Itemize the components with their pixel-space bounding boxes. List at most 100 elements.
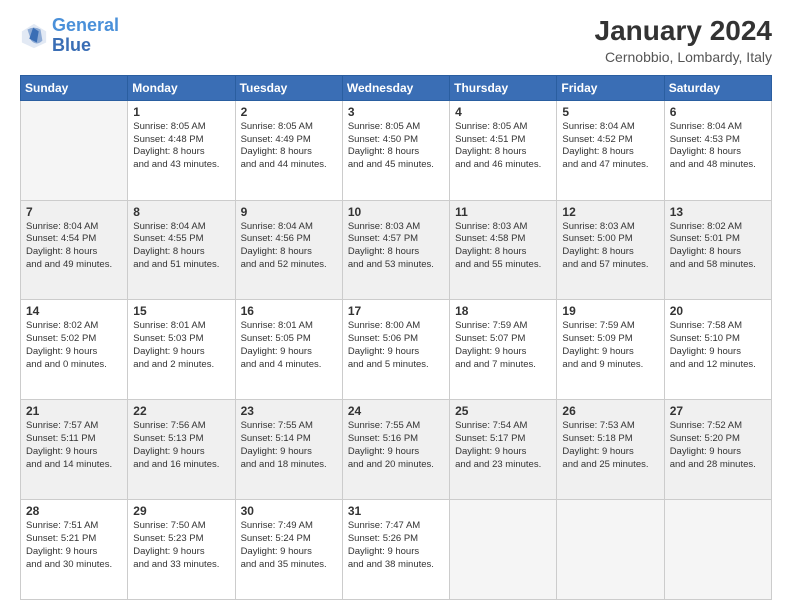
day-info: Sunrise: 7:50 AMSunset: 5:23 PMDaylight:… [133, 520, 229, 571]
weekday-header-tuesday: Tuesday [235, 75, 342, 100]
day-number: 7 [26, 205, 122, 219]
calendar-day-cell: 31 Sunrise: 7:47 AMSunset: 5:26 PMDayligh… [342, 500, 449, 600]
day-number: 24 [348, 404, 444, 418]
day-info: Sunrise: 8:03 AMSunset: 4:57 PMDaylight:… [348, 221, 444, 272]
logo-line2: Blue [52, 35, 91, 55]
day-info: Sunrise: 8:05 AMSunset: 4:50 PMDaylight:… [348, 121, 444, 172]
main-title: January 2024 [595, 16, 772, 47]
weekday-header-monday: Monday [128, 75, 235, 100]
calendar-day-cell: 9 Sunrise: 8:04 AMSunset: 4:56 PMDaylight… [235, 200, 342, 300]
day-number: 27 [670, 404, 766, 418]
calendar-day-cell: 3 Sunrise: 8:05 AMSunset: 4:50 PMDaylight… [342, 100, 449, 200]
day-info: Sunrise: 7:55 AMSunset: 5:14 PMDaylight:… [241, 420, 337, 471]
logo-icon [20, 22, 48, 50]
day-number: 26 [562, 404, 658, 418]
day-info: Sunrise: 7:54 AMSunset: 5:17 PMDaylight:… [455, 420, 551, 471]
day-info: Sunrise: 8:04 AMSunset: 4:55 PMDaylight:… [133, 221, 229, 272]
weekday-header-friday: Friday [557, 75, 664, 100]
calendar-day-cell [450, 500, 557, 600]
calendar-week-row: 1 Sunrise: 8:05 AMSunset: 4:48 PMDaylight… [21, 100, 772, 200]
day-info: Sunrise: 8:00 AMSunset: 5:06 PMDaylight:… [348, 320, 444, 371]
day-info: Sunrise: 8:03 AMSunset: 5:00 PMDaylight:… [562, 221, 658, 272]
calendar-day-cell: 16Sunrise: 8:01 AMSunset: 5:05 PMDayligh… [235, 300, 342, 400]
day-number: 9 [241, 205, 337, 219]
day-info: Sunrise: 7:59 AMSunset: 5:09 PMDaylight:… [562, 320, 658, 371]
day-number: 19 [562, 304, 658, 318]
day-info: Sunrise: 8:03 AMSunset: 4:58 PMDaylight:… [455, 221, 551, 272]
subtitle: Cernobbio, Lombardy, Italy [595, 49, 772, 65]
day-info: Sunrise: 7:52 AMSunset: 5:20 PMDaylight:… [670, 420, 766, 471]
calendar-day-cell: 14Sunrise: 8:02 AMSunset: 5:02 PMDayligh… [21, 300, 128, 400]
day-number: 4 [455, 105, 551, 119]
day-number: 22 [133, 404, 229, 418]
logo-line1: General [52, 15, 119, 35]
weekday-header-wednesday: Wednesday [342, 75, 449, 100]
day-info: Sunrise: 8:04 AMSunset: 4:56 PMDaylight:… [241, 221, 337, 272]
calendar-day-cell: 8 Sunrise: 8:04 AMSunset: 4:55 PMDaylight… [128, 200, 235, 300]
logo-text: General Blue [52, 16, 119, 56]
calendar-day-cell: 5 Sunrise: 8:04 AMSunset: 4:52 PMDaylight… [557, 100, 664, 200]
day-number: 11 [455, 205, 551, 219]
calendar-day-cell: 4 Sunrise: 8:05 AMSunset: 4:51 PMDaylight… [450, 100, 557, 200]
day-number: 12 [562, 205, 658, 219]
weekday-header-sunday: Sunday [21, 75, 128, 100]
day-info: Sunrise: 7:47 AMSunset: 5:26 PMDaylight:… [348, 520, 444, 571]
calendar-day-cell: 24 Sunrise: 7:55 AMSunset: 5:16 PMDayligh… [342, 400, 449, 500]
calendar-week-row: 7Sunrise: 8:04 AMSunset: 4:54 PMDaylight… [21, 200, 772, 300]
calendar-day-cell: 23Sunrise: 7:55 AMSunset: 5:14 PMDayligh… [235, 400, 342, 500]
calendar-day-cell: 6 Sunrise: 8:04 AMSunset: 4:53 PMDaylight… [664, 100, 771, 200]
day-info: Sunrise: 8:05 AMSunset: 4:48 PMDaylight:… [133, 121, 229, 172]
day-info: Sunrise: 7:58 AMSunset: 5:10 PMDaylight:… [670, 320, 766, 371]
calendar-day-cell: 18Sunrise: 7:59 AMSunset: 5:07 PMDayligh… [450, 300, 557, 400]
day-info: Sunrise: 8:02 AMSunset: 5:01 PMDaylight:… [670, 221, 766, 272]
day-number: 5 [562, 105, 658, 119]
day-info: Sunrise: 8:01 AMSunset: 5:03 PMDaylight:… [133, 320, 229, 371]
calendar-day-cell: 7Sunrise: 8:04 AMSunset: 4:54 PMDaylight… [21, 200, 128, 300]
calendar-day-cell [664, 500, 771, 600]
day-number: 6 [670, 105, 766, 119]
logo: General Blue [20, 16, 119, 56]
day-number: 8 [133, 205, 229, 219]
calendar-day-cell: 12 Sunrise: 8:03 AMSunset: 5:00 PMDayligh… [557, 200, 664, 300]
day-info: Sunrise: 7:55 AMSunset: 5:16 PMDaylight:… [348, 420, 444, 471]
day-number: 31 [348, 504, 444, 518]
calendar-table: SundayMondayTuesdayWednesdayThursdayFrid… [20, 75, 772, 600]
calendar-day-cell: 27 Sunrise: 7:52 AMSunset: 5:20 PMDayligh… [664, 400, 771, 500]
calendar-day-cell: 15Sunrise: 8:01 AMSunset: 5:03 PMDayligh… [128, 300, 235, 400]
day-number: 28 [26, 504, 122, 518]
calendar-day-cell: 20 Sunrise: 7:58 AMSunset: 5:10 PMDayligh… [664, 300, 771, 400]
calendar-day-cell: 30 Sunrise: 7:49 AMSunset: 5:24 PMDayligh… [235, 500, 342, 600]
day-info: Sunrise: 8:05 AMSunset: 4:49 PMDaylight:… [241, 121, 337, 172]
day-number: 13 [670, 205, 766, 219]
calendar-day-cell: 1 Sunrise: 8:05 AMSunset: 4:48 PMDaylight… [128, 100, 235, 200]
day-number: 30 [241, 504, 337, 518]
weekday-header-thursday: Thursday [450, 75, 557, 100]
calendar-day-cell: 29 Sunrise: 7:50 AMSunset: 5:23 PMDayligh… [128, 500, 235, 600]
calendar-day-cell: 13 Sunrise: 8:02 AMSunset: 5:01 PMDayligh… [664, 200, 771, 300]
day-number: 3 [348, 105, 444, 119]
header: General Blue January 2024 Cernobbio, Lom… [20, 16, 772, 65]
calendar-week-row: 28 Sunrise: 7:51 AMSunset: 5:21 PMDayligh… [21, 500, 772, 600]
day-info: Sunrise: 7:53 AMSunset: 5:18 PMDaylight:… [562, 420, 658, 471]
calendar-day-cell: 26 Sunrise: 7:53 AMSunset: 5:18 PMDayligh… [557, 400, 664, 500]
day-number: 2 [241, 105, 337, 119]
weekday-header-row: SundayMondayTuesdayWednesdayThursdayFrid… [21, 75, 772, 100]
day-number: 29 [133, 504, 229, 518]
day-number: 25 [455, 404, 551, 418]
calendar-week-row: 14Sunrise: 8:02 AMSunset: 5:02 PMDayligh… [21, 300, 772, 400]
day-info: Sunrise: 8:04 AMSunset: 4:53 PMDaylight:… [670, 121, 766, 172]
day-info: Sunrise: 7:49 AMSunset: 5:24 PMDaylight:… [241, 520, 337, 571]
day-number: 1 [133, 105, 229, 119]
title-block: January 2024 Cernobbio, Lombardy, Italy [595, 16, 772, 65]
day-number: 20 [670, 304, 766, 318]
calendar-day-cell: 28 Sunrise: 7:51 AMSunset: 5:21 PMDayligh… [21, 500, 128, 600]
day-info: Sunrise: 7:51 AMSunset: 5:21 PMDaylight:… [26, 520, 122, 571]
day-number: 21 [26, 404, 122, 418]
day-number: 10 [348, 205, 444, 219]
day-info: Sunrise: 8:05 AMSunset: 4:51 PMDaylight:… [455, 121, 551, 172]
day-info: Sunrise: 8:02 AMSunset: 5:02 PMDaylight:… [26, 320, 122, 371]
day-info: Sunrise: 7:57 AMSunset: 5:11 PMDaylight:… [26, 420, 122, 471]
day-info: Sunrise: 8:04 AMSunset: 4:52 PMDaylight:… [562, 121, 658, 172]
calendar-day-cell: 19 Sunrise: 7:59 AMSunset: 5:09 PMDayligh… [557, 300, 664, 400]
calendar-day-cell [21, 100, 128, 200]
